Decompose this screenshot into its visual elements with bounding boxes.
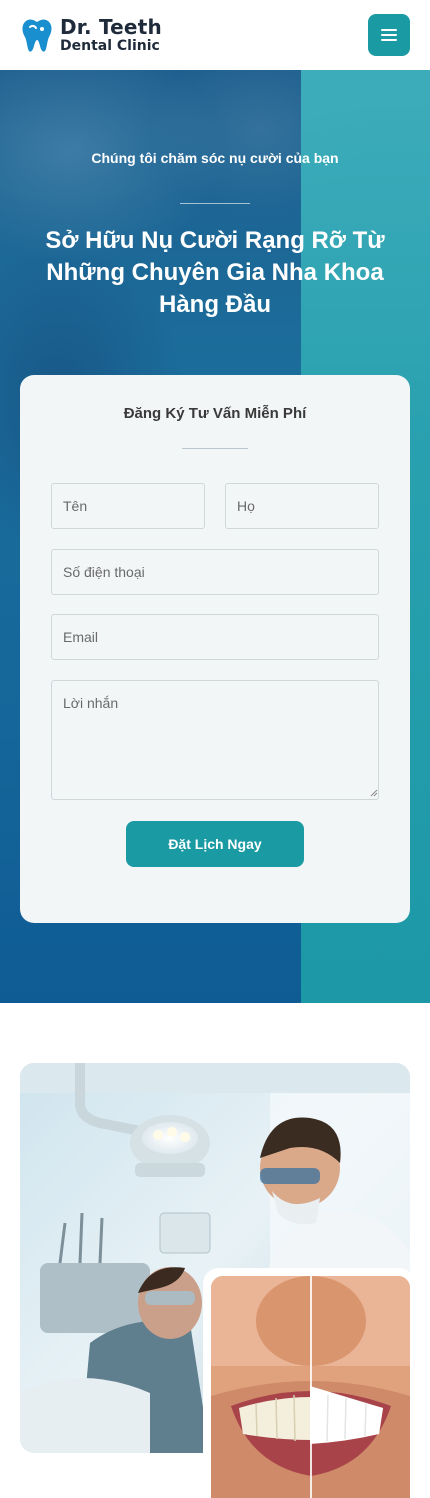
logo[interactable]: Dr. Teeth Dental Clinic <box>20 17 162 53</box>
book-now-button[interactable]: Đặt Lịch Ngay <box>126 821 304 867</box>
first-name-input[interactable] <box>51 483 205 529</box>
hero-divider <box>180 203 250 204</box>
brand-name: Dr. Teeth <box>60 15 162 39</box>
menu-button[interactable] <box>368 14 410 56</box>
phone-input[interactable] <box>51 549 379 595</box>
site-header: Dr. Teeth Dental Clinic <box>0 0 430 70</box>
form-divider <box>182 448 248 449</box>
consultation-form: Đăng Ký Tư Vấn Miễn Phí Đặt Lịch Ngay <box>20 375 410 923</box>
hero-tagline: Chúng tôi chăm sóc nụ cười của bạn <box>91 150 339 166</box>
form-title: Đăng Ký Tư Vấn Miễn Phí <box>123 405 307 422</box>
hero-title: Sở Hữu Nụ Cười Rạng Rỡ Từ Những Chuyên G… <box>45 227 385 318</box>
resize-handle-icon[interactable] <box>370 789 378 797</box>
hero-section: Chúng tôi chăm sóc nụ cười của bạn Sở Hữ… <box>0 70 430 1003</box>
brand-subtitle: Dental Clinic <box>60 38 160 54</box>
last-name-input[interactable] <box>225 483 379 529</box>
email-input[interactable] <box>51 614 379 660</box>
teeth-whitening-photo <box>203 1268 415 1498</box>
message-textarea[interactable] <box>51 680 379 800</box>
smile-comparison-illustration <box>211 1276 410 1498</box>
tooth-logo-icon <box>22 19 52 52</box>
hamburger-menu-icon <box>381 29 397 41</box>
